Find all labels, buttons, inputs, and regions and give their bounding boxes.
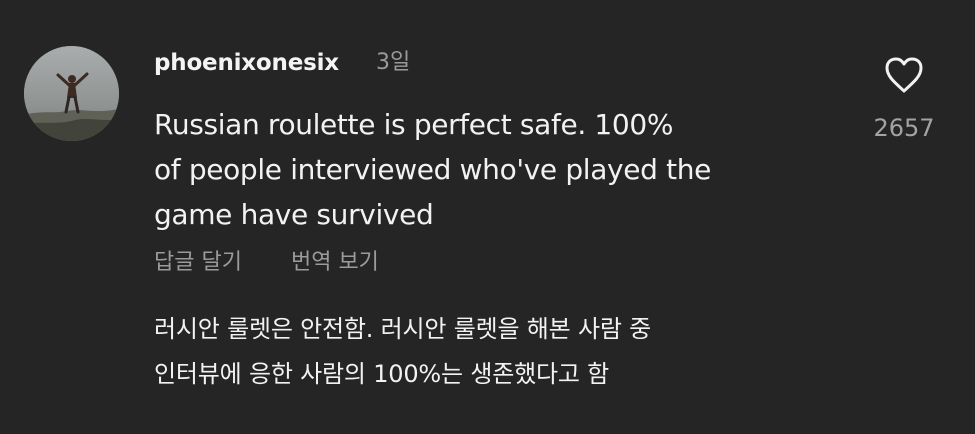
user-avatar[interactable]: [24, 46, 119, 141]
translate-button[interactable]: 번역 보기: [291, 248, 379, 278]
comment-card: phoenixonesix 3일 Russian roulette is per…: [0, 0, 975, 434]
comment-text-line: game have survived: [154, 198, 434, 231]
like-control: 2657: [862, 55, 946, 143]
heart-icon[interactable]: [883, 55, 925, 97]
comment-text-line: Russian roulette is perfect safe. 100%: [154, 108, 674, 141]
comment-text: Russian roulette is perfect safe. 100% o…: [154, 102, 814, 237]
comment-username[interactable]: phoenixonesix: [154, 48, 339, 78]
comment-time: 3일: [376, 50, 411, 75]
reply-button[interactable]: 답글 달기: [154, 248, 242, 278]
translated-comment: 러시안 룰렛은 안전함. 러시안 룰렛을 해본 사람 중 인터뷰에 응한 사람의…: [154, 307, 834, 397]
like-count: 2657: [873, 114, 935, 142]
translation-line: 인터뷰에 응한 사람의 100%는 생존했다고 함: [154, 360, 610, 388]
translation-line: 러시안 룰렛은 안전함. 러시안 룰렛을 해본 사람 중: [154, 315, 652, 343]
comment-text-line: of people interviewed who've played the: [154, 153, 711, 186]
profile-photo: [24, 46, 119, 141]
comment-actions: 답글 달기 번역 보기: [154, 248, 379, 278]
